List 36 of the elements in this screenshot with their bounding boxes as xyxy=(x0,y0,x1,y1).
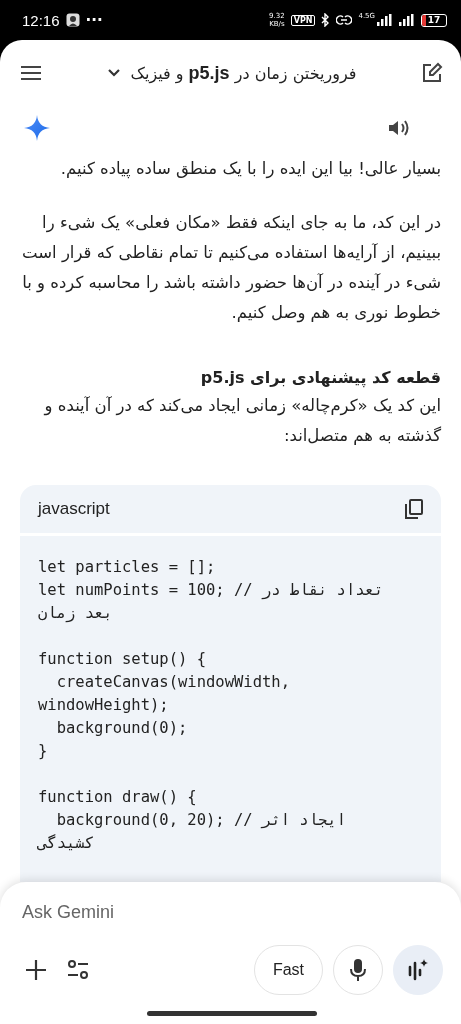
app-notification-icon xyxy=(65,13,80,27)
copy-icon xyxy=(405,499,423,519)
microphone-icon xyxy=(350,958,366,982)
plus-icon xyxy=(24,958,48,982)
speaker-icon xyxy=(387,118,411,138)
response-paragraph: در این کد، ما به جای اینکه فقط «مکان فعلی» یک شیء را ببینیم، از آرایه‌ها استفاده می‌کنیم تا تمام نقاطی که قرار است شیء در آینده در آن‌ها حضور داشته باشد را محاسبه کرده و با خطوط نوری به هم وصل کنیم. xyxy=(21,212,441,325)
code-line: let particles = []; xyxy=(38,557,217,578)
clock: 12:16 xyxy=(22,11,60,29)
section-heading: قطعه کد پیشنهادی برای p5.js xyxy=(199,368,441,387)
sparkle-bars-icon xyxy=(407,958,429,982)
link-icon xyxy=(336,14,353,26)
code-line: let numPoints = 100; // تعداد نقاط در بعد زمان xyxy=(38,580,385,625)
more-notifications: ··· xyxy=(85,11,103,29)
code-line: background(0, 20); // ایجاد اثر کشیدگی xyxy=(38,810,347,854)
microphone-button[interactable] xyxy=(333,945,383,995)
live-button[interactable] xyxy=(393,945,443,995)
mode-button[interactable]: Fast xyxy=(253,945,323,995)
signal-icon xyxy=(399,14,415,26)
menu-icon xyxy=(20,65,42,81)
sliders-icon xyxy=(66,959,90,981)
response-paragraph: این کد یک «کرم‌چاله» زمانی ایجاد می‌کند که در آن آینده و گذشته به هم متصل‌اند: xyxy=(42,395,441,447)
chevron-down-icon xyxy=(106,68,121,78)
battery-indicator: 17 xyxy=(421,13,447,27)
edit-icon xyxy=(421,62,443,84)
code-line: createCanvas(windowWidth, windowHeight); xyxy=(38,672,291,716)
prompt-input[interactable]: Ask Gemini xyxy=(20,898,443,927)
code-line: } xyxy=(38,741,49,762)
vpn-badge: VPN xyxy=(290,14,316,26)
code-line: background(0); xyxy=(55,718,189,739)
response-paragraph: بسیار عالی! بیا این ایده را با یک منطق ساده پیاده کنیم. xyxy=(59,158,441,181)
code-line: function setup() { xyxy=(38,649,207,670)
bluetooth-icon xyxy=(321,13,331,27)
signal-icon xyxy=(377,14,393,26)
sparkle-icon xyxy=(24,115,50,141)
code-language: javascript xyxy=(38,499,110,519)
code-line: function draw() { xyxy=(38,787,198,808)
